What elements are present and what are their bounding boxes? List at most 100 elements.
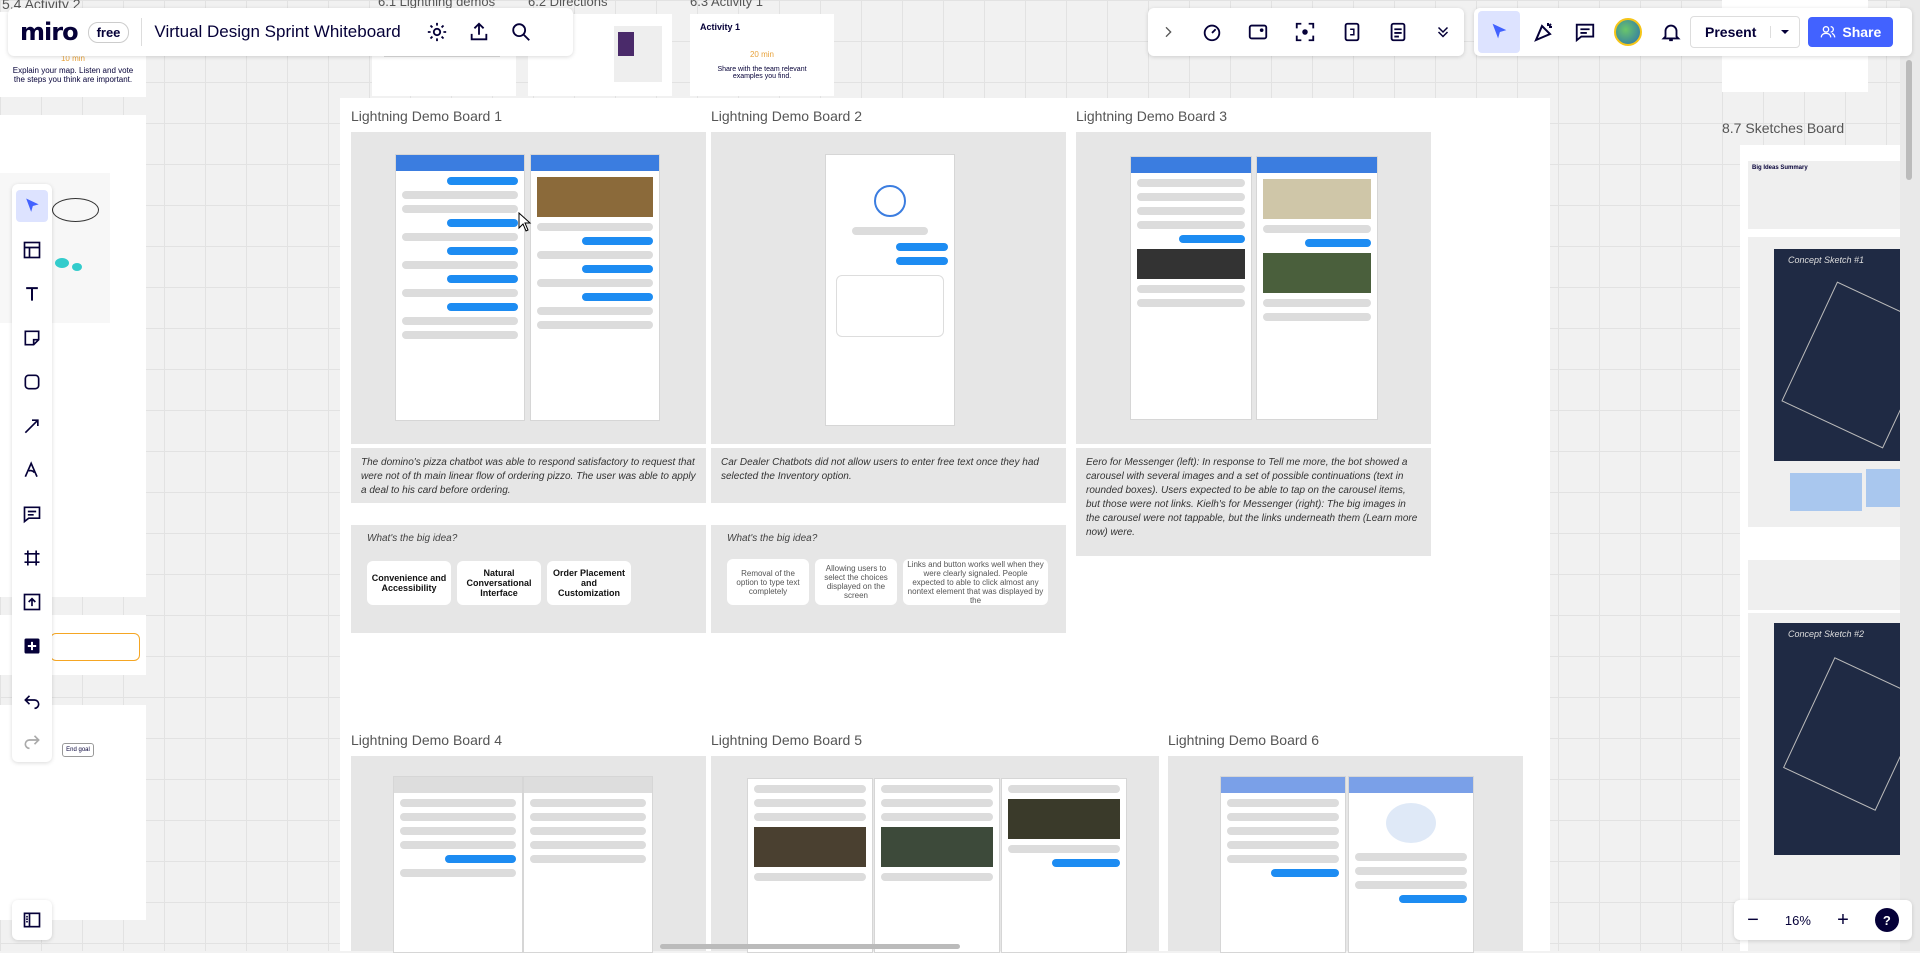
board-2-big-idea: What's the big idea? Removal of the opti… — [711, 525, 1066, 633]
mouse-cursor-icon — [518, 212, 532, 232]
focus-icon[interactable] — [1294, 21, 1316, 43]
plan-badge[interactable]: free — [87, 21, 130, 43]
board-header: miro free Virtual Design Sprint Whiteboa… — [8, 8, 573, 56]
comment-icon[interactable] — [16, 498, 48, 530]
sketches-strip — [1748, 560, 1920, 610]
chevron-double-down-icon[interactable] — [1434, 23, 1452, 41]
big-idea-label: What's the big idea? — [367, 533, 458, 544]
board-1-panel[interactable] — [351, 132, 706, 444]
board-4-title: Lightning Demo Board 4 — [351, 732, 502, 748]
pen-icon[interactable] — [16, 454, 48, 486]
activity1-text: Share with the team relevant examples yo… — [717, 66, 807, 80]
idea-card[interactable]: Links and button works well when they we… — [903, 559, 1048, 605]
comment-icon[interactable] — [1574, 21, 1596, 43]
whiteboard-canvas[interactable]: 5.4 Activity 2 10 min Explain your map. … — [0, 0, 1920, 953]
sticky-note[interactable] — [1790, 473, 1862, 511]
notes-icon[interactable] — [1387, 21, 1409, 43]
card-icon[interactable] — [1247, 21, 1269, 43]
board-2-caption-panel: Car Dealer Chatbots did not allow users … — [711, 448, 1066, 503]
zoom-in-button[interactable]: + — [1837, 909, 1849, 932]
board-1-caption: The domino's pizza chatbot was able to r… — [361, 457, 696, 496]
board-1-title: Lightning Demo Board 1 — [351, 108, 502, 124]
divider — [141, 18, 143, 46]
board-2-caption: Car Dealer Chatbots did not allow users … — [721, 457, 1039, 482]
vertical-scrollbar[interactable] — [1900, 0, 1920, 951]
chevron-right-icon[interactable] — [1160, 24, 1176, 40]
upload-icon[interactable] — [16, 586, 48, 618]
board-5-panel[interactable] — [711, 756, 1159, 953]
board-2-panel[interactable] — [711, 132, 1066, 444]
activity2-text: Explain your map. Listen and vote the st… — [12, 66, 134, 84]
big-idea-label: What's the big idea? — [727, 533, 818, 544]
present-label: Present — [1705, 24, 1757, 40]
sticky-note-icon[interactable] — [16, 322, 48, 354]
board-5-phone-1 — [747, 778, 873, 953]
concept-sketch-1-image: Concept Sketch #1 — [1774, 249, 1920, 461]
vote-icon[interactable] — [1341, 21, 1363, 43]
timer-icon[interactable] — [1201, 21, 1223, 43]
bell-icon[interactable] — [1660, 21, 1682, 43]
selected-box[interactable] — [50, 633, 140, 661]
board-1-big-idea: What's the big idea? Convenience and Acc… — [351, 525, 706, 633]
idea-card[interactable]: Order Placement and Customization — [547, 561, 631, 605]
idea-card[interactable]: Removal of the option to type text compl… — [727, 559, 809, 605]
chevron-down-icon[interactable] — [1770, 26, 1799, 38]
board-4-phone-left — [393, 776, 523, 953]
panel-icon[interactable] — [12, 900, 52, 940]
cursor-icon[interactable] — [1478, 11, 1520, 53]
undo-icon[interactable] — [16, 684, 48, 716]
add-icon[interactable] — [16, 630, 48, 662]
avatar[interactable] — [1614, 18, 1642, 46]
collaboration-bar: Present Share — [1474, 8, 1912, 56]
zoom-controls: − 16% + ? — [1734, 900, 1912, 940]
shape-icon[interactable] — [16, 366, 48, 398]
board-4-phone-right — [523, 776, 653, 953]
board-3-caption: Eero for Messenger (left): In response t… — [1086, 457, 1418, 538]
concept-sketch-1-panel: Concept Sketch #1 — [1748, 237, 1920, 527]
idea-card[interactable]: Natural Conversational Interface — [457, 561, 541, 605]
end-goal-label: End goal — [62, 743, 94, 757]
share-button[interactable]: Share — [1808, 17, 1894, 47]
board-3-panel[interactable] — [1076, 132, 1431, 444]
board-3-title: Lightning Demo Board 3 — [1076, 108, 1227, 124]
activity1-title: Activity 1 — [700, 22, 741, 32]
board-1-phone-right — [530, 154, 660, 421]
board-5-phone-3 — [1001, 778, 1127, 953]
line-icon[interactable] — [16, 410, 48, 442]
zoom-out-button[interactable]: − — [1747, 909, 1759, 932]
settings-icon[interactable] — [421, 16, 453, 48]
big-ideas-summary: Big Ideas Summary — [1748, 161, 1920, 229]
sketches-board-title: 8.7 Sketches Board — [1722, 120, 1845, 136]
select-icon[interactable] — [16, 190, 48, 222]
templates-icon[interactable] — [16, 234, 48, 266]
board-6-title: Lightning Demo Board 6 — [1168, 732, 1319, 748]
board-title[interactable]: Virtual Design Sprint Whiteboard — [154, 22, 400, 42]
horizontal-scrollbar[interactable] — [660, 944, 960, 949]
redo-icon[interactable] — [16, 724, 48, 756]
board-1-phone-left — [395, 154, 525, 421]
tools-toolbar — [12, 184, 52, 762]
board-6-phone-left — [1220, 776, 1346, 953]
board-tools-bar — [1148, 8, 1464, 56]
export-icon[interactable] — [463, 16, 495, 48]
board-6-panel[interactable] — [1168, 756, 1523, 953]
idea-card[interactable]: Allowing users to select the choices dis… — [815, 559, 897, 605]
board-6-phone-right — [1348, 776, 1474, 953]
users-icon — [1820, 24, 1836, 40]
sketches-board-frame[interactable]: Big Ideas Summary Concept Sketch #1 Conc… — [1740, 145, 1920, 951]
activity1-time: 20 min — [749, 50, 774, 59]
activity1-frame[interactable]: Activity 1 20 min Share with the team re… — [690, 14, 834, 96]
reactions-icon[interactable] — [1532, 20, 1556, 44]
board-1-caption-panel: The domino's pizza chatbot was able to r… — [351, 448, 706, 503]
search-icon[interactable] — [505, 16, 537, 48]
board-4-panel[interactable] — [351, 756, 706, 953]
help-button[interactable]: ? — [1874, 908, 1899, 932]
present-button[interactable]: Present — [1690, 16, 1801, 48]
zoom-level[interactable]: 16% — [1785, 913, 1811, 928]
board-5-title: Lightning Demo Board 5 — [711, 732, 862, 748]
miro-logo[interactable]: miro — [20, 18, 79, 46]
idea-card[interactable]: Convenience and Accessibility — [367, 561, 451, 605]
text-icon[interactable] — [16, 278, 48, 310]
board-2-title: Lightning Demo Board 2 — [711, 108, 862, 124]
frame-icon[interactable] — [16, 542, 48, 574]
